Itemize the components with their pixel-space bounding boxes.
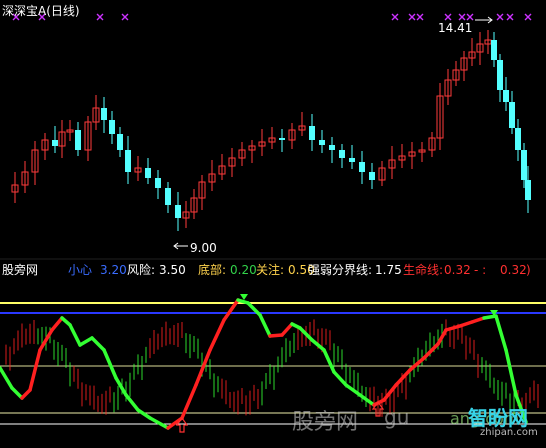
- candle-body: [329, 145, 335, 150]
- watermark-left: 股旁网: [292, 410, 359, 435]
- indicator-wave-segment: [494, 314, 508, 352]
- kline-chart[interactable]: [0, 0, 546, 444]
- watermark-url-top: gu: [384, 405, 410, 429]
- candle-body: [509, 102, 515, 128]
- candle-body: [515, 128, 521, 150]
- candle-body: [175, 205, 181, 218]
- candle-body: [279, 138, 285, 140]
- chart-stage: 深深宝A(日线) 14.41 9.00 股旁网 小心 3.20 风险: 3.50…: [0, 0, 546, 444]
- cross-marker-icon: [466, 13, 474, 21]
- candle-body: [117, 134, 123, 150]
- price-high-label: 14.41: [438, 21, 473, 35]
- indicator-close-mark: ): [526, 263, 531, 277]
- period-label: (日线): [46, 4, 80, 18]
- candle-body: [165, 188, 171, 205]
- indicator-wave-segment: [10, 386, 24, 400]
- indicator-wave-segment: [124, 393, 140, 412]
- candle-body: [309, 126, 315, 140]
- indicator-wave-segment: [268, 333, 284, 338]
- indicator-label-focus: 关注:: [256, 263, 285, 277]
- candle-body: [339, 150, 345, 158]
- watermark-logo-sub: zhipan.com: [480, 427, 538, 438]
- indicator-value-bottom: 0.20: [230, 263, 257, 277]
- cross-marker-icon: [121, 13, 129, 21]
- indicator-wave-segment: [458, 320, 474, 328]
- candle-body: [497, 60, 503, 90]
- indicator-wave-segment: [0, 366, 14, 390]
- indicator-wave-segment: [470, 316, 486, 324]
- indicator-label-bottom: 底部:: [198, 263, 227, 277]
- indicator-wave-segment: [280, 322, 294, 337]
- indicator-wave-segment: [332, 370, 348, 387]
- indicator-label-dash: - :: [474, 263, 487, 277]
- indicator-value-divide: 1.75: [375, 263, 402, 277]
- candle-body: [109, 120, 115, 134]
- indicator-wave-segment: [102, 348, 118, 380]
- candle-body: [155, 178, 161, 188]
- cross-marker-icon: [444, 13, 452, 21]
- security-name: 深深宝A: [2, 4, 47, 18]
- candle-body: [125, 150, 131, 172]
- indicator-label-xiaoxin: 小心: [68, 263, 93, 277]
- indicator-wave-segment: [504, 348, 518, 397]
- indicator-bar: 股旁网 小心 3.20 风险: 3.50 底部: 0.20 关注: 0.50 强…: [0, 262, 546, 278]
- indicator-wave-segment: [68, 323, 82, 347]
- cross-marker-icon: [416, 13, 424, 21]
- cross-marker-icon: [458, 13, 466, 21]
- cross-marker-icon: [496, 13, 504, 21]
- candle-body: [369, 172, 375, 180]
- candle-body: [75, 130, 81, 150]
- price-low-label: 9.00: [190, 241, 217, 255]
- down-arrow-icon: [240, 294, 248, 300]
- indicator-wave-segment: [258, 313, 272, 338]
- cross-marker-icon: [408, 13, 416, 21]
- down-arrow-icon: [475, 16, 493, 24]
- candle-body: [319, 140, 325, 145]
- indicator-value-dash: 0.32: [500, 263, 527, 277]
- indicator-wave-segment: [28, 348, 42, 392]
- down-arrow-icon: [173, 242, 188, 250]
- indicator-wave-segment: [482, 314, 498, 320]
- candle-body: [52, 140, 58, 146]
- indicator-source: 股旁网: [2, 263, 39, 277]
- indicator-wave-segment: [136, 408, 152, 420]
- indicator-wave-segment: [78, 336, 94, 347]
- cross-marker-icon: [96, 13, 104, 21]
- indicator-label-lifeline: 生命线:: [403, 263, 444, 277]
- candle-body: [145, 168, 151, 178]
- candle-body: [359, 162, 365, 172]
- indicator-wave-segment: [90, 336, 106, 352]
- cross-marker-icon: [506, 13, 514, 21]
- indicator-wave-segment: [50, 316, 64, 332]
- indicator-value-risk: 3.50: [159, 263, 186, 277]
- candle-body: [503, 90, 509, 102]
- candle-body: [101, 108, 107, 120]
- indicator-wave-segment: [322, 348, 336, 374]
- candle-body: [491, 40, 497, 60]
- indicator-value-lifeline: 0.32: [444, 263, 471, 277]
- candle-body: [349, 158, 355, 162]
- candle-body: [525, 180, 531, 200]
- indicator-value-xiaoxin: 3.20: [100, 263, 127, 277]
- cross-marker-icon: [524, 13, 532, 21]
- cross-marker-icon: [391, 13, 399, 21]
- indicator-label-risk: 风险:: [127, 263, 156, 277]
- candle-body: [521, 150, 527, 180]
- indicator-wave-segment: [148, 416, 170, 430]
- indicator-wave-segment: [394, 368, 412, 387]
- indicator-wave-segment: [208, 318, 226, 352]
- security-title: 深深宝A(日线): [2, 2, 80, 19]
- indicator-label-divide: 强弱分界线:: [308, 263, 373, 277]
